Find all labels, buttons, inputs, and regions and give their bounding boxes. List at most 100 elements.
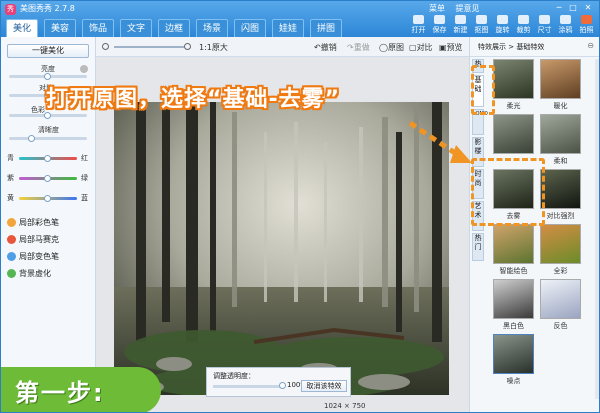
- one-key-beautify-button[interactable]: 一键美化: [7, 44, 89, 58]
- color-pen-icon: [7, 218, 16, 227]
- effect-thumbnail[interactable]: [493, 334, 534, 374]
- cyan-red-knob[interactable]: [44, 155, 51, 162]
- breadcrumb: 特效展示 > 基础特效: [478, 43, 545, 51]
- compare-icon: ▢: [409, 43, 417, 52]
- zoom-in-icon[interactable]: [184, 43, 191, 50]
- tab-scene[interactable]: 场景: [196, 19, 228, 37]
- tab-border[interactable]: 边框: [158, 19, 190, 37]
- blue-label: 蓝: [81, 194, 88, 202]
- save-button[interactable]: 保存: [430, 15, 449, 37]
- tab-flash[interactable]: 闪图: [234, 19, 266, 37]
- cutout-button[interactable]: 抠图: [472, 15, 491, 37]
- new-button[interactable]: 新建: [451, 15, 470, 37]
- opacity-panel: 调整透明度： 100% 取消该特效: [206, 367, 351, 397]
- opacity-slider[interactable]: [213, 385, 283, 388]
- compare-button[interactable]: ▢对比: [409, 42, 433, 53]
- brightness-knob[interactable]: [44, 73, 51, 80]
- actual-size-button[interactable]: 1:1原大: [199, 42, 228, 53]
- effect-label: 智能绘色: [499, 267, 528, 275]
- effect-label: 噪点: [506, 377, 521, 385]
- tab-collage[interactable]: 拼图: [310, 19, 342, 37]
- effects-header: 特效展示 > 基础特效 ⊖: [470, 37, 599, 57]
- green-label: 绿: [81, 174, 88, 182]
- forest-photo[interactable]: [114, 102, 449, 395]
- mosaic-icon: [7, 235, 16, 244]
- new-file-icon: [455, 15, 466, 24]
- cyan-label: 青: [7, 154, 14, 162]
- doodle-button[interactable]: 涂鸦: [556, 15, 575, 37]
- crop-icon: [518, 15, 529, 24]
- step-label: 第一步:: [15, 379, 105, 407]
- tab-text[interactable]: 文字: [120, 19, 152, 37]
- highlight-defog-effect: [471, 158, 545, 226]
- effect-thumbnail[interactable]: [540, 279, 581, 319]
- open-button[interactable]: 打开: [409, 15, 428, 37]
- clarity-knob[interactable]: [28, 135, 36, 142]
- close-window-button[interactable]: ✕: [582, 3, 594, 13]
- blur-icon: [7, 269, 16, 278]
- resize-button[interactable]: 尺寸: [535, 15, 554, 37]
- magenta-green-knob[interactable]: [44, 175, 51, 182]
- tab-doll[interactable]: 娃娃: [272, 19, 304, 37]
- recolor-pen-icon: [7, 252, 16, 261]
- opacity-knob[interactable]: [279, 382, 286, 389]
- rotate-button[interactable]: 旋转: [493, 15, 512, 37]
- app-window: 秀 美图秀秀 2.7.8 菜单 提意见 ─ □ ✕ 美化 美容 饰品 文字 边框…: [0, 0, 600, 413]
- brush-icon: [560, 15, 571, 24]
- tab-decoration[interactable]: 饰品: [82, 19, 114, 37]
- folder-icon: [413, 15, 424, 24]
- clarity-label: 清晰度: [38, 126, 59, 134]
- cancel-effect-button[interactable]: 取消该特效: [301, 380, 347, 392]
- highlight-basic-tab: [471, 65, 495, 115]
- menu-link[interactable]: 菜单: [429, 4, 445, 13]
- effect-label: 黑白色: [503, 322, 524, 330]
- effect-thumbnail[interactable]: [540, 224, 581, 264]
- settings-icon[interactable]: [80, 65, 88, 73]
- preview-icon: ▣: [439, 43, 447, 52]
- local-recolor-pen[interactable]: 局部变色笔: [19, 251, 59, 262]
- tab-beautify[interactable]: 美化: [6, 19, 38, 37]
- camera-icon: [581, 15, 592, 24]
- effect-thumbnail[interactable]: [493, 224, 534, 264]
- effect-label: 暖化: [553, 102, 568, 110]
- local-mosaic[interactable]: 局部马赛克: [19, 234, 59, 245]
- tab-popular[interactable]: 热门: [472, 233, 484, 261]
- clarity-slider[interactable]: [9, 137, 87, 140]
- effect-thumbnail[interactable]: [540, 114, 581, 154]
- saturation-knob[interactable]: [44, 112, 51, 119]
- redo-button[interactable]: ↷重做: [347, 42, 370, 53]
- original-icon: ◯: [379, 43, 388, 52]
- maximize-button[interactable]: □: [567, 3, 579, 13]
- zoom-out-icon[interactable]: [102, 43, 109, 50]
- rotate-icon: [497, 15, 508, 24]
- effect-label: 全彩: [553, 267, 568, 275]
- arrow-icon: [408, 120, 472, 163]
- original-button[interactable]: ◯原图: [379, 42, 404, 53]
- yellow-blue-knob[interactable]: [44, 195, 51, 202]
- camera-button[interactable]: 拍照: [577, 15, 596, 37]
- app-logo: 秀: [5, 4, 16, 15]
- effects-scrollbar[interactable]: [595, 59, 599, 399]
- opacity-label: 调整透明度：: [213, 372, 255, 380]
- effect-thumbnail[interactable]: [493, 114, 534, 154]
- background-blur[interactable]: 背景虚化: [19, 268, 51, 279]
- effect-thumbnail[interactable]: [493, 279, 534, 319]
- preview-button[interactable]: ▣预览: [439, 42, 463, 53]
- undo-button[interactable]: ↶撤销: [314, 42, 337, 53]
- undo-icon: ↶: [314, 43, 321, 52]
- tutorial-callout: 打开原图，选择“基础-去雾”: [46, 87, 341, 112]
- app-title: 美图秀秀 2.7.8: [20, 4, 75, 13]
- tab-makeup[interactable]: 美容: [44, 19, 76, 37]
- cutout-icon: [476, 15, 487, 24]
- effect-thumbnail[interactable]: [540, 169, 581, 209]
- effect-label: 柔光: [506, 102, 521, 110]
- effect-thumbnail[interactable]: [493, 59, 534, 99]
- effect-thumbnail[interactable]: [540, 59, 581, 99]
- minimize-button[interactable]: ─: [553, 3, 565, 13]
- yellow-label: 黄: [7, 194, 14, 202]
- collapse-icon[interactable]: ⊖: [587, 41, 594, 50]
- feedback-link[interactable]: 提意见: [456, 4, 480, 13]
- crop-button[interactable]: 裁剪: [514, 15, 533, 37]
- local-color-pen[interactable]: 局部彩色笔: [19, 217, 59, 228]
- zoom-slider[interactable]: [114, 46, 184, 48]
